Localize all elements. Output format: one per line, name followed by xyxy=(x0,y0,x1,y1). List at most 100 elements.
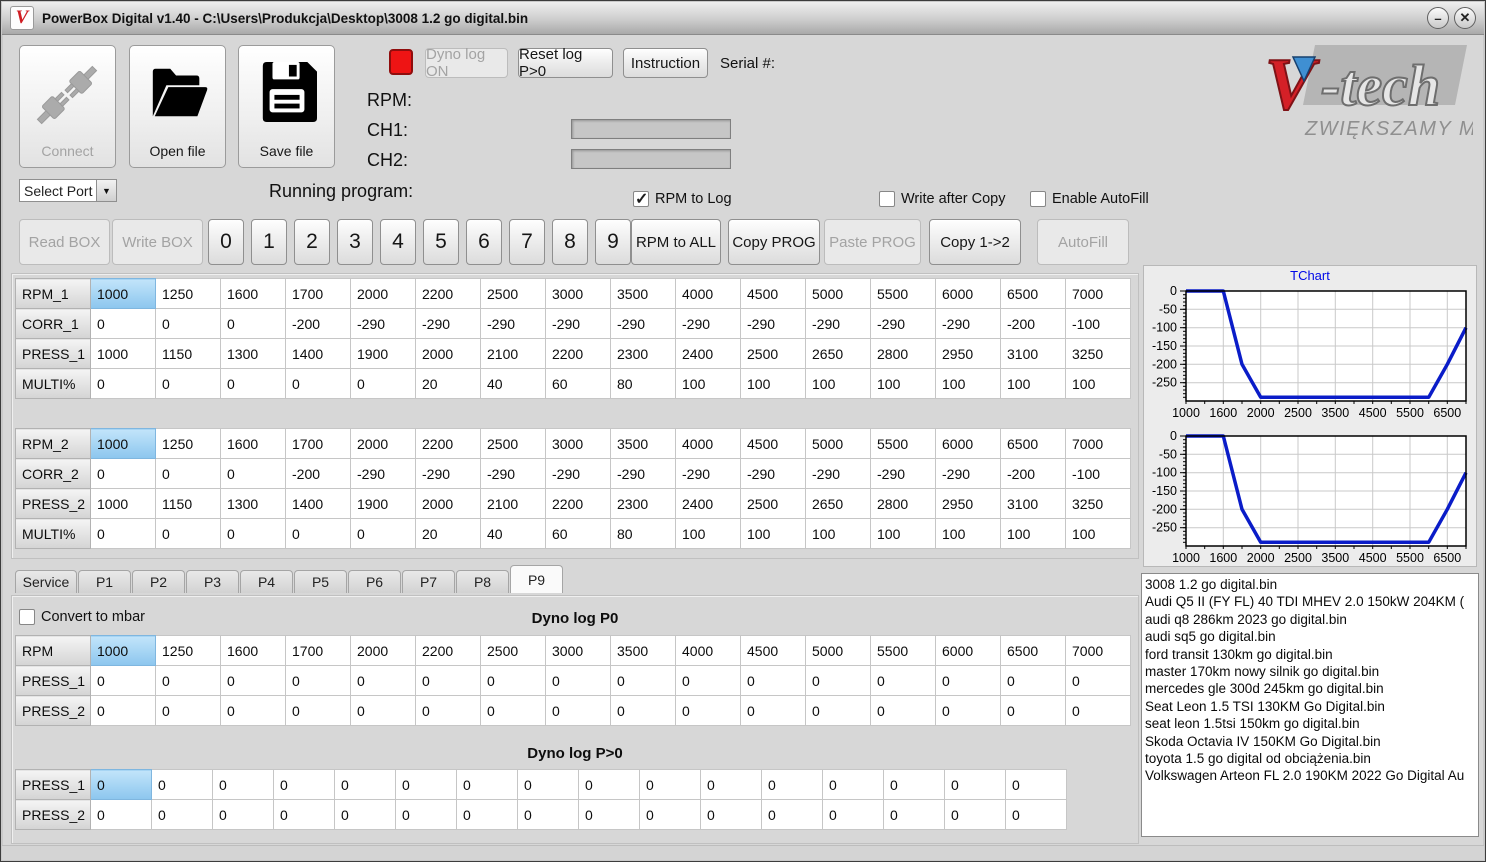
grid-cell[interactable]: 0 xyxy=(480,665,546,696)
grid-cell[interactable]: 100 xyxy=(1000,368,1066,399)
grid-cell[interactable]: 4000 xyxy=(675,278,741,309)
grid-cell[interactable]: 0 xyxy=(805,695,871,726)
program-button-6[interactable]: 6 xyxy=(466,219,502,265)
grid-cell[interactable]: 0 xyxy=(870,665,936,696)
grid-cell[interactable]: 0 xyxy=(456,799,518,830)
grid-cell[interactable]: 100 xyxy=(870,518,936,549)
write-box-button[interactable]: Write BOX xyxy=(112,219,203,265)
grid-cell[interactable]: 1000 xyxy=(90,278,156,309)
grid-cell[interactable]: 60 xyxy=(545,368,611,399)
copy-1-to-2-button[interactable]: Copy 1->2 xyxy=(929,219,1021,265)
grid-cell[interactable]: 1000 xyxy=(90,338,156,369)
grid-cell[interactable]: 60 xyxy=(545,518,611,549)
grid-cell[interactable]: 100 xyxy=(935,368,1001,399)
grid-cell[interactable]: 1900 xyxy=(350,488,416,519)
copy-prog-button[interactable]: Copy PROG xyxy=(728,219,820,265)
grid-cell[interactable]: 2300 xyxy=(610,338,676,369)
tab-p1[interactable]: P1 xyxy=(78,570,131,593)
grid-cell[interactable]: 6500 xyxy=(1000,428,1066,459)
grid-cell[interactable]: 0 xyxy=(285,665,351,696)
grid-cell[interactable]: 6000 xyxy=(935,635,1001,666)
grid-cell[interactable]: 2300 xyxy=(610,488,676,519)
grid-cell[interactable]: 1000 xyxy=(90,488,156,519)
tab-service[interactable]: Service xyxy=(15,570,77,593)
grid-cell[interactable]: 0 xyxy=(90,695,156,726)
grid-cell[interactable]: 0 xyxy=(155,458,221,489)
grid-cell[interactable]: 7000 xyxy=(1065,428,1131,459)
grid-cell[interactable]: 0 xyxy=(220,665,286,696)
grid-cell[interactable]: 0 xyxy=(610,665,676,696)
grid-cell[interactable]: 100 xyxy=(805,368,871,399)
grid-cell[interactable]: 0 xyxy=(1065,695,1131,726)
grid-cell[interactable]: 0 xyxy=(805,665,871,696)
grid-cell[interactable]: 100 xyxy=(870,368,936,399)
grid-cell[interactable]: 0 xyxy=(517,799,579,830)
grid-cell[interactable]: 0 xyxy=(740,665,806,696)
grid-cell[interactable]: 0 xyxy=(285,368,351,399)
grid-cell[interactable]: 7000 xyxy=(1065,635,1131,666)
grid-cell[interactable]: 0 xyxy=(545,665,611,696)
grid-cell[interactable]: 0 xyxy=(578,769,640,800)
grid-cell[interactable]: 2950 xyxy=(935,338,1001,369)
grid-cell[interactable]: 5500 xyxy=(870,278,936,309)
grid-cell[interactable]: 2500 xyxy=(480,428,546,459)
grid-cell[interactable]: -290 xyxy=(480,458,546,489)
grid-cell[interactable]: 0 xyxy=(1000,665,1066,696)
grid-cell[interactable]: 0 xyxy=(334,769,396,800)
program-button-1[interactable]: 1 xyxy=(251,219,287,265)
grid-cell[interactable]: 0 xyxy=(212,769,274,800)
tab-p3[interactable]: P3 xyxy=(186,570,239,593)
grid-cell[interactable]: 0 xyxy=(151,769,213,800)
grid-cell[interactable]: 0 xyxy=(639,799,701,830)
grid-cell[interactable]: 100 xyxy=(935,518,1001,549)
tab-p2[interactable]: P2 xyxy=(132,570,185,593)
grid-cell[interactable]: 40 xyxy=(480,518,546,549)
grid-cell[interactable]: 6500 xyxy=(1000,635,1066,666)
grid-cell[interactable]: 1900 xyxy=(350,338,416,369)
grid-cell[interactable]: 0 xyxy=(639,769,701,800)
grid-cell[interactable]: 1250 xyxy=(155,278,221,309)
grid-cell[interactable]: 0 xyxy=(273,769,335,800)
tab-p8[interactable]: P8 xyxy=(456,570,509,593)
grid-cell[interactable]: 1600 xyxy=(220,278,286,309)
grid-cell[interactable]: 3500 xyxy=(610,635,676,666)
chevron-down-icon[interactable]: ▼ xyxy=(96,180,116,201)
program-button-2[interactable]: 2 xyxy=(294,219,330,265)
grid-cell[interactable]: -290 xyxy=(545,308,611,339)
grid-cell[interactable]: 1000 xyxy=(90,428,156,459)
grid-cell[interactable]: -290 xyxy=(415,308,481,339)
grid-cell[interactable]: 100 xyxy=(675,518,741,549)
grid-cell[interactable]: 2000 xyxy=(415,338,481,369)
grid-cell[interactable]: 1000 xyxy=(90,635,156,666)
grid-cell[interactable]: 2650 xyxy=(805,488,871,519)
grid-cell[interactable]: 2950 xyxy=(935,488,1001,519)
grid-cell[interactable]: 0 xyxy=(415,695,481,726)
grid-cell[interactable]: 2400 xyxy=(675,488,741,519)
grid-cell[interactable]: -290 xyxy=(675,458,741,489)
grid-cell[interactable]: 0 xyxy=(935,665,1001,696)
file-list-item[interactable]: mercedes gle 300d 245km go digital.bin xyxy=(1145,680,1478,697)
file-list-item[interactable]: audi sq5 go digital.bin xyxy=(1145,628,1478,645)
program-button-5[interactable]: 5 xyxy=(423,219,459,265)
grid-cell[interactable]: -200 xyxy=(285,458,351,489)
grid-cell[interactable]: -290 xyxy=(610,308,676,339)
grid-cell[interactable]: 1600 xyxy=(220,635,286,666)
grid-cell[interactable]: 0 xyxy=(155,695,221,726)
grid-cell[interactable]: 0 xyxy=(395,769,457,800)
grid-cell[interactable]: 3500 xyxy=(610,428,676,459)
grid-cell[interactable]: 1700 xyxy=(285,635,351,666)
read-box-button[interactable]: Read BOX xyxy=(19,219,110,265)
instruction-button[interactable]: Instruction xyxy=(623,48,708,78)
grid-cell[interactable]: 0 xyxy=(545,695,611,726)
grid-cell[interactable]: 0 xyxy=(151,799,213,830)
grid-cell[interactable]: 100 xyxy=(1000,518,1066,549)
rpm-to-all-button[interactable]: RPM to ALL xyxy=(631,219,721,265)
grid-cell[interactable]: 0 xyxy=(220,458,286,489)
grid-cell[interactable]: 2650 xyxy=(805,338,871,369)
grid-cell[interactable]: 7000 xyxy=(1065,278,1131,309)
grid-cell[interactable]: 0 xyxy=(578,799,640,830)
grid-cell[interactable]: -290 xyxy=(740,458,806,489)
reset-log-button[interactable]: Reset log P>0 xyxy=(518,46,613,80)
grid-cell[interactable]: 0 xyxy=(883,769,945,800)
grid-cell[interactable]: 6000 xyxy=(935,278,1001,309)
